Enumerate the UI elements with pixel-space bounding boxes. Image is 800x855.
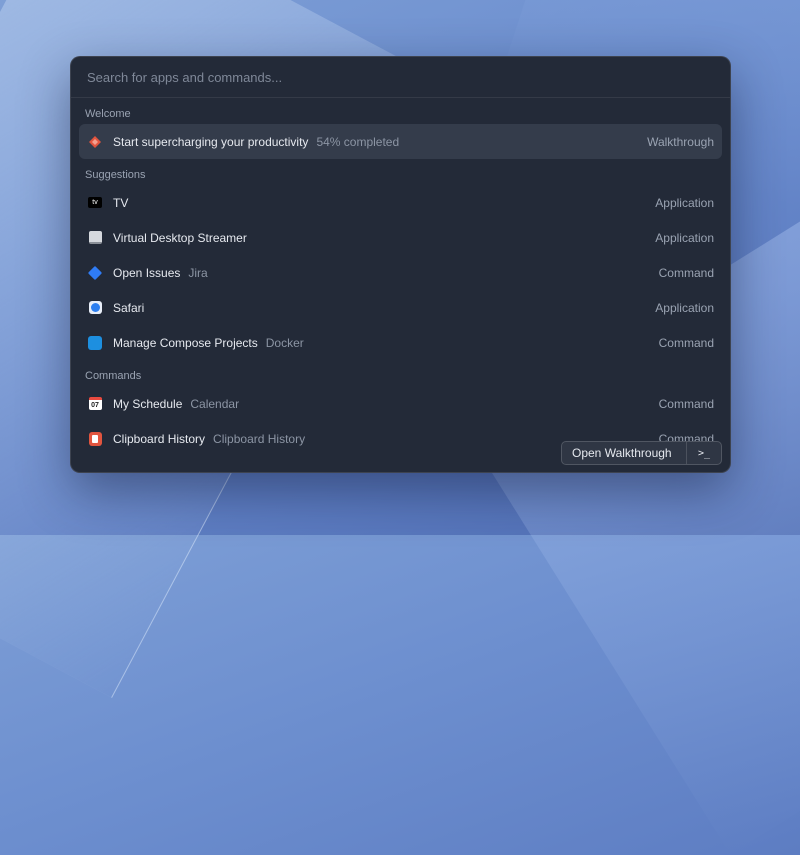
jira-icon [87, 265, 103, 281]
item-title: Safari [113, 300, 145, 315]
item-subtitle: Jira [188, 265, 208, 280]
walkthrough-title: Start supercharging your productivity [113, 134, 309, 149]
safari-icon [87, 300, 103, 316]
item-type: Command [658, 265, 714, 280]
apple-tv-icon: tv [87, 195, 103, 211]
item-title: Manage Compose Projects [113, 335, 258, 350]
monitor-icon [87, 230, 103, 246]
section-title-welcome: Welcome [85, 108, 131, 120]
walkthrough-item[interactable]: Start supercharging your productivity 54… [79, 124, 722, 159]
calendar-icon: 07 [87, 396, 103, 412]
section-title-suggestions: Suggestions [85, 169, 146, 181]
item-type: Command [658, 335, 714, 350]
item-type: Application [655, 300, 714, 315]
item-subtitle: Clipboard History [213, 431, 306, 446]
item-subtitle: Calendar [190, 396, 240, 411]
clipboard-icon [87, 431, 103, 447]
item-type: Command [658, 396, 714, 411]
terminal-icon[interactable]: >_ [687, 448, 721, 459]
raycast-logo-icon [87, 134, 103, 150]
item-title: Clipboard History [113, 431, 206, 446]
suggestion-item-open-issues[interactable]: Open Issues Jira Command [79, 255, 722, 290]
suggestion-item-tv[interactable]: tv TV Application [79, 185, 722, 220]
action-bar: Open Walkthrough >_ [561, 441, 722, 465]
walkthrough-progress: 54% completed [316, 134, 400, 149]
command-item-my-schedule[interactable]: 07 My Schedule Calendar Command [79, 386, 722, 421]
item-type: Application [655, 195, 714, 210]
docker-icon [87, 335, 103, 351]
item-subtitle: Docker [265, 335, 304, 350]
open-walkthrough-button[interactable]: Open Walkthrough [562, 446, 686, 460]
suggestion-item-safari[interactable]: Safari Application [79, 290, 722, 325]
item-title: Virtual Desktop Streamer [113, 230, 247, 245]
walkthrough-type: Walkthrough [647, 134, 714, 149]
item-title: TV [113, 195, 129, 210]
search-input[interactable] [85, 68, 716, 86]
item-title: My Schedule [113, 396, 183, 411]
section-title-commands: Commands [85, 370, 142, 382]
suggestion-item-compose[interactable]: Manage Compose Projects Docker Command [79, 325, 722, 360]
search-bar [71, 57, 730, 98]
item-title: Open Issues [113, 265, 181, 280]
suggestion-item-virtual-desktop[interactable]: Virtual Desktop Streamer Application [79, 220, 722, 255]
item-type: Application [655, 230, 714, 245]
launcher-window: Welcome Start supercharging your product… [70, 56, 731, 473]
